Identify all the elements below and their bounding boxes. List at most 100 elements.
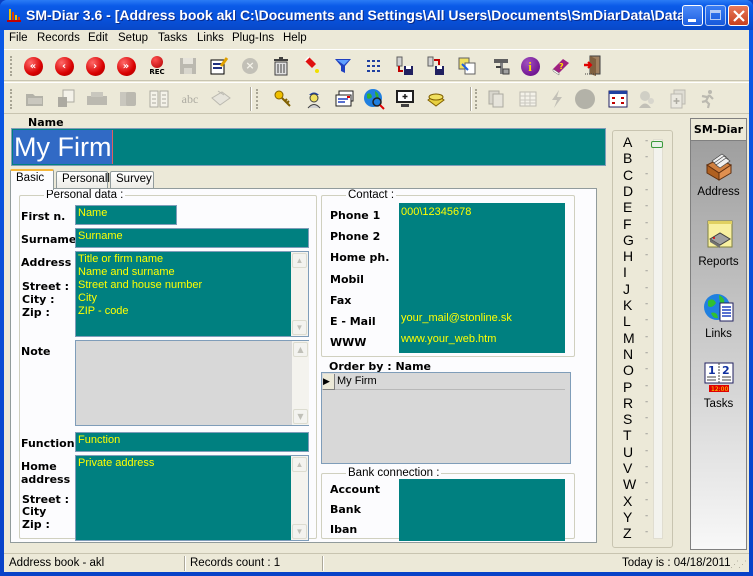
address-scrollbar[interactable]: ▲ ▼ — [291, 252, 308, 336]
menu-setup[interactable]: Setup — [118, 32, 148, 44]
alphabet-letter[interactable]: W — [623, 476, 636, 492]
alphabet-letter[interactable]: O — [623, 362, 634, 378]
info-button[interactable]: i — [519, 55, 541, 77]
alphabet-letter[interactable]: A — [623, 134, 632, 150]
phone2-input[interactable] — [399, 226, 565, 242]
alphabet-letter[interactable]: F — [623, 216, 632, 232]
tree-view-button[interactable] — [363, 55, 385, 77]
scroll-down-icon[interactable]: ▼ — [292, 524, 307, 539]
bank-input[interactable] — [399, 500, 565, 518]
copy-records-button[interactable] — [456, 55, 478, 77]
first-name-input[interactable]: Name — [75, 205, 177, 225]
mobile-input[interactable] — [399, 269, 565, 285]
scroll-up-icon[interactable]: ▲ — [292, 253, 307, 268]
alphabet-letter[interactable]: T — [623, 427, 632, 443]
filter-button[interactable] — [332, 55, 354, 77]
menu-plugins[interactable]: Plug-Ins — [232, 32, 274, 44]
cancel-button[interactable]: × — [239, 55, 261, 77]
home-address-textarea[interactable]: Private address ▲ ▼ — [75, 455, 309, 541]
screen-button[interactable] — [394, 88, 416, 110]
iban-input[interactable] — [399, 520, 565, 538]
tab-basic[interactable]: Basic — [10, 169, 54, 190]
menu-file[interactable]: File — [9, 32, 28, 44]
note-scrollbar[interactable]: ▲ ▼ — [292, 341, 309, 425]
menu-edit[interactable]: Edit — [88, 32, 108, 44]
alphabet-letter[interactable]: L — [623, 313, 631, 329]
records-grid[interactable]: ▶ My Firm — [321, 372, 571, 464]
flash-button[interactable] — [546, 88, 568, 110]
tab-personall[interactable]: Personall — [56, 171, 110, 189]
title-bar[interactable]: SM-Diar 3.6 - [Address book akl C:\Docum… — [0, 0, 753, 30]
help-button[interactable]: ? — [550, 55, 572, 77]
table-button[interactable] — [517, 88, 539, 110]
alphabet-letter[interactable]: C — [623, 167, 633, 183]
alphabet-letter[interactable]: X — [623, 493, 632, 509]
clear-filter-button[interactable] — [301, 55, 323, 77]
contacts-button[interactable] — [636, 88, 658, 110]
calendar-button[interactable] — [607, 88, 629, 110]
alphabet-letter[interactable]: Z — [623, 525, 632, 541]
alphabet-letter[interactable]: K — [623, 297, 632, 313]
function-input[interactable]: Function — [75, 432, 309, 452]
toolbar-grip[interactable] — [475, 89, 478, 109]
www-input[interactable]: www.your_web.htm — [399, 332, 565, 348]
exit-button[interactable] — [581, 55, 603, 77]
nav-reports[interactable]: Reports — [691, 219, 746, 268]
user-button[interactable] — [303, 88, 325, 110]
open-folder-button[interactable] — [24, 88, 46, 110]
note-textarea[interactable] — [75, 340, 309, 426]
save-button[interactable] — [177, 55, 199, 77]
last-record-button[interactable]: » — [115, 55, 137, 77]
resize-grip-icon[interactable]: ⋰⋰ — [730, 559, 747, 570]
alphabet-letter[interactable]: I — [623, 264, 627, 280]
maximize-button[interactable] — [705, 5, 726, 26]
menu-help[interactable]: Help — [283, 32, 307, 44]
internet-button[interactable] — [363, 88, 385, 110]
home-phone-input[interactable] — [399, 247, 565, 263]
alphabet-slider-thumb[interactable] — [651, 141, 663, 148]
alphabet-slider-track[interactable] — [653, 139, 663, 539]
print-setup-button[interactable] — [86, 88, 108, 110]
spell-check-button[interactable]: abc — [177, 88, 203, 110]
document-button[interactable] — [117, 88, 139, 110]
delete-button[interactable] — [270, 55, 292, 77]
nav-tasks[interactable]: 1 2 12:00 Tasks — [691, 361, 746, 410]
scroll-down-icon[interactable]: ▼ — [293, 409, 308, 424]
alphabet-letter[interactable]: B — [623, 150, 632, 166]
home-address-scrollbar[interactable]: ▲ ▼ — [291, 456, 308, 540]
alphabet-letter[interactable]: E — [623, 199, 632, 215]
alphabet-letter[interactable]: Y — [623, 509, 632, 525]
menu-records[interactable]: Records — [37, 32, 80, 44]
menu-tasks[interactable]: Tasks — [158, 32, 187, 44]
alphabet-letter[interactable]: M — [623, 330, 635, 346]
import-button[interactable] — [394, 55, 416, 77]
alphabet-letter[interactable]: R — [623, 395, 633, 411]
alphabet-letter[interactable]: J — [623, 281, 630, 297]
record-button[interactable]: REC — [146, 55, 168, 77]
alphabet-letter[interactable]: G — [623, 232, 634, 248]
alphabet-letter[interactable]: H — [623, 248, 633, 264]
password-button[interactable] — [272, 88, 294, 110]
edit-record-button[interactable] — [208, 55, 230, 77]
print-button[interactable] — [210, 88, 232, 110]
nav-links[interactable]: Links — [691, 291, 746, 340]
previous-record-button[interactable]: ‹ — [53, 55, 75, 77]
close-button[interactable] — [728, 5, 749, 26]
scroll-up-icon[interactable]: ▲ — [293, 342, 308, 357]
scroll-up-icon[interactable]: ▲ — [292, 457, 307, 472]
address-textarea[interactable]: Title or firm name Name and surname Stre… — [75, 251, 309, 337]
surname-input[interactable]: Surname — [75, 228, 309, 248]
alphabet-letter[interactable]: D — [623, 183, 633, 199]
fax-input[interactable] — [399, 290, 565, 306]
grid-row[interactable]: ▶ My Firm — [322, 374, 565, 390]
email-input[interactable]: your_mail@stonline.sk — [399, 311, 565, 327]
menu-links[interactable]: Links — [197, 32, 224, 44]
first-record-button[interactable]: « — [22, 55, 44, 77]
name-input[interactable]: My Firm — [11, 128, 606, 166]
minimize-button[interactable] — [682, 5, 703, 26]
columns-button[interactable] — [148, 88, 170, 110]
export-button[interactable] — [425, 55, 447, 77]
alphabet-letter[interactable]: V — [623, 460, 632, 476]
add-page-button[interactable] — [667, 88, 689, 110]
navigation-header[interactable]: SM-Diar — [691, 119, 746, 141]
